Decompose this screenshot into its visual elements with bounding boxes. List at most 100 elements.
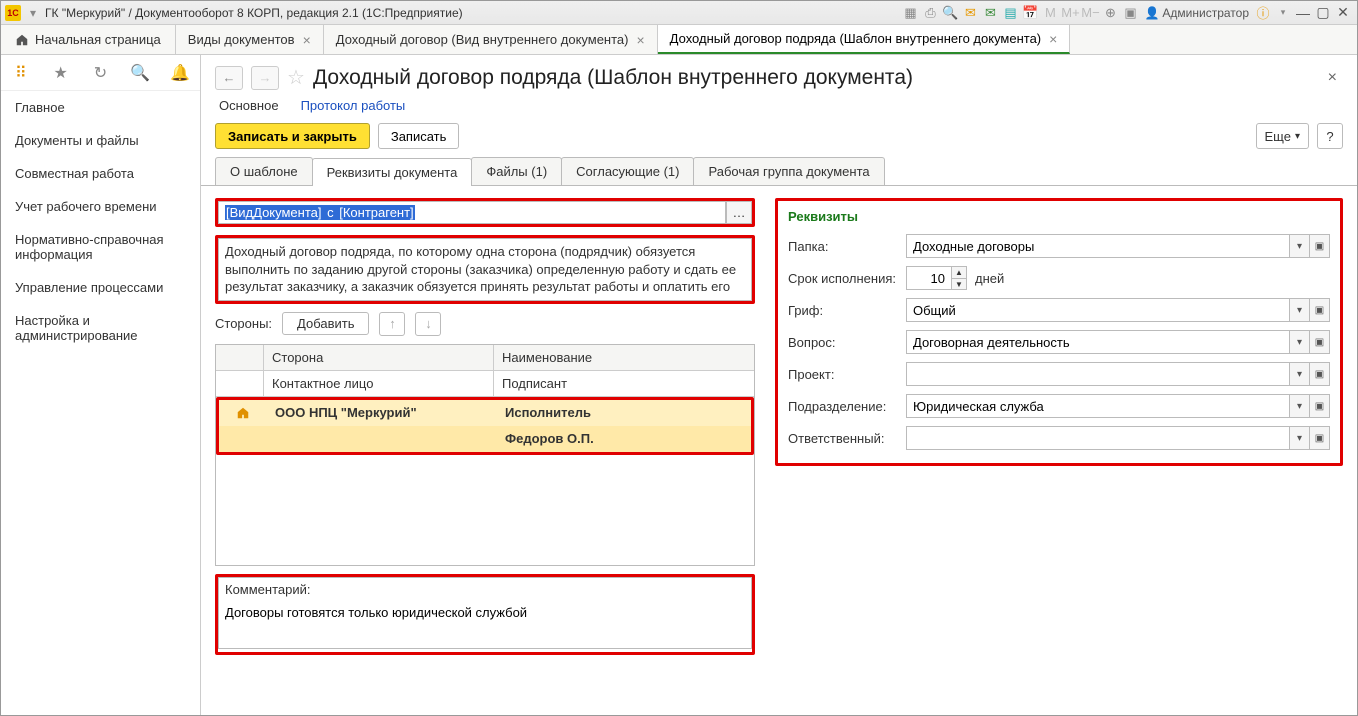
window-restore[interactable]: ▢ <box>1313 4 1333 21</box>
responsible-input[interactable] <box>906 426 1290 450</box>
nav-back-button[interactable]: ← <box>215 66 243 90</box>
toolbar-calendar-icon[interactable]: 📅 <box>1020 3 1040 23</box>
description-text[interactable]: Доходный договор подряда, по которому од… <box>218 238 752 301</box>
department-input[interactable] <box>906 394 1290 418</box>
subnav-protocol[interactable]: Протокол работы <box>301 98 406 113</box>
folder-open[interactable]: ▣ <box>1310 234 1330 258</box>
toolbar-mplus-icon[interactable]: M+ <box>1060 3 1080 23</box>
sides-label: Стороны: <box>215 316 272 331</box>
window-minimize[interactable]: — <box>1293 5 1313 21</box>
grid-head-side[interactable]: Сторона <box>264 345 494 371</box>
save-button[interactable]: Записать <box>378 123 460 149</box>
window-title: ГК "Меркурий" / Документооборот 8 КОРП, … <box>45 6 463 20</box>
table-row[interactable]: ООО НПЦ "Меркурий" Исполнитель <box>219 400 751 426</box>
toolbar-mail-in-icon[interactable]: ✉ <box>980 3 1000 23</box>
move-down-button[interactable]: ↓ <box>415 312 441 336</box>
search-icon[interactable]: 🔍 <box>128 61 152 85</box>
page-close-icon[interactable]: × <box>1328 69 1337 87</box>
table-row[interactable]: Федоров О.П. <box>219 426 751 452</box>
stamp-dropdown[interactable]: ▾ <box>1290 298 1310 322</box>
project-label: Проект: <box>788 367 900 382</box>
template-name-input[interactable]: [ВидДокумента] с [Контрагент] <box>218 201 726 224</box>
dropdown-icon[interactable]: ▾ <box>25 5 41 21</box>
dtab-workgroup[interactable]: Рабочая группа документа <box>693 157 884 185</box>
tab-close-icon[interactable]: × <box>1049 31 1057 47</box>
toolbar-zoom-icon[interactable]: ⊕ <box>1100 3 1120 23</box>
sidebar-item-collab[interactable]: Совместная работа <box>1 157 200 190</box>
more-label: Еще <box>1265 129 1291 144</box>
project-dropdown[interactable]: ▾ <box>1290 362 1310 386</box>
window-close[interactable]: ✕ <box>1333 4 1353 21</box>
sidebar-item-proc[interactable]: Управление процессами <box>1 271 200 304</box>
project-open[interactable]: ▣ <box>1310 362 1330 386</box>
dtab-approvers[interactable]: Согласующие (1) <box>561 157 694 185</box>
grid-sub-contact[interactable]: Контактное лицо <box>264 371 494 397</box>
grid-sub-signer[interactable]: Подписант <box>494 371 754 397</box>
topic-label: Вопрос: <box>788 335 900 350</box>
tab-home[interactable]: Начальная страница <box>1 25 176 54</box>
tab-close-icon[interactable]: × <box>303 32 311 48</box>
user-name: Администратор <box>1162 6 1249 20</box>
dtab-about[interactable]: О шаблоне <box>215 157 313 185</box>
history-icon[interactable]: ↻ <box>88 61 112 85</box>
sidebar-item-docs[interactable]: Документы и файлы <box>1 124 200 157</box>
toolbar-mail-out-icon[interactable]: ✉ <box>960 3 980 23</box>
folder-input[interactable] <box>906 234 1290 258</box>
sidebar-item-time[interactable]: Учет рабочего времени <box>1 190 200 223</box>
sidebar-item-main[interactable]: Главное <box>1 91 200 124</box>
comment-textarea[interactable]: Договоры готовятся только юридической сл… <box>218 601 752 649</box>
topic-dropdown[interactable]: ▾ <box>1290 330 1310 354</box>
dtab-files[interactable]: Файлы (1) <box>471 157 562 185</box>
department-label: Подразделение: <box>788 399 900 414</box>
tab-contract-template[interactable]: Доходный договор подряда (Шаблон внутрен… <box>658 25 1071 54</box>
topic-open[interactable]: ▣ <box>1310 330 1330 354</box>
toolbar-windows-icon[interactable]: ▣ <box>1120 3 1140 23</box>
toolbar-calc-icon[interactable]: ▤ <box>1000 3 1020 23</box>
nav-fwd-button[interactable]: → <box>251 66 279 90</box>
sidebar-item-admin[interactable]: Настройка и администрирование <box>1 304 200 352</box>
toolbar-print-icon[interactable]: ⎙ <box>920 3 940 23</box>
template-name-picker[interactable]: … <box>726 201 752 224</box>
stamp-open[interactable]: ▣ <box>1310 298 1330 322</box>
user-label[interactable]: 👤Администратор <box>1140 6 1253 20</box>
more-button[interactable]: Еще▾ <box>1256 123 1309 149</box>
spin-down[interactable]: ▼ <box>952 278 966 289</box>
toolbar-save-icon[interactable]: ▦ <box>900 3 920 23</box>
grid-head-name[interactable]: Наименование <box>494 345 754 371</box>
due-input[interactable] <box>906 266 952 290</box>
spin-up[interactable]: ▲ <box>952 267 966 278</box>
subnav-main[interactable]: Основное <box>219 98 279 113</box>
toolbar-info-icon[interactable]: ⓘ <box>1253 3 1273 23</box>
toolbar-preview-icon[interactable]: 🔍 <box>940 3 960 23</box>
responsible-dropdown[interactable]: ▾ <box>1290 426 1310 450</box>
tab-income-contract[interactable]: Доходный договор (Вид внутреннего докуме… <box>324 25 658 54</box>
sidebar-item-ref[interactable]: Нормативно-справочная информация <box>1 223 200 271</box>
topic-input[interactable] <box>906 330 1290 354</box>
cell-side: ООО НПЦ "Меркурий" <box>267 400 497 425</box>
department-open[interactable]: ▣ <box>1310 394 1330 418</box>
apps-icon[interactable]: ⠿ <box>9 61 33 85</box>
toolbar-m-icon[interactable]: M <box>1040 3 1060 23</box>
folder-dropdown[interactable]: ▾ <box>1290 234 1310 258</box>
due-unit: дней <box>975 271 1004 286</box>
toolbar-info-dd-icon[interactable]: ▾ <box>1273 3 1293 23</box>
favorite-star-icon[interactable]: ☆ <box>287 65 305 90</box>
help-button[interactable]: ? <box>1317 123 1343 149</box>
tab-doc-types[interactable]: Виды документов × <box>176 25 324 54</box>
save-close-button[interactable]: Записать и закрыть <box>215 123 370 149</box>
org-home-icon <box>219 401 267 425</box>
add-side-button[interactable]: Добавить <box>282 312 369 335</box>
template-token-2: [Контрагент] <box>338 205 414 220</box>
move-up-button[interactable]: ↑ <box>379 312 405 336</box>
department-dropdown[interactable]: ▾ <box>1290 394 1310 418</box>
folder-label: Папка: <box>788 239 900 254</box>
bell-icon[interactable]: 🔔 <box>168 61 192 85</box>
project-input[interactable] <box>906 362 1290 386</box>
star-icon[interactable]: ★ <box>49 61 73 85</box>
toolbar-mminus-icon[interactable]: M− <box>1080 3 1100 23</box>
grid-empty-area[interactable] <box>216 455 754 565</box>
stamp-input[interactable] <box>906 298 1290 322</box>
dtab-requisites[interactable]: Реквизиты документа <box>312 158 473 186</box>
tab-close-icon[interactable]: × <box>636 32 644 48</box>
responsible-open[interactable]: ▣ <box>1310 426 1330 450</box>
